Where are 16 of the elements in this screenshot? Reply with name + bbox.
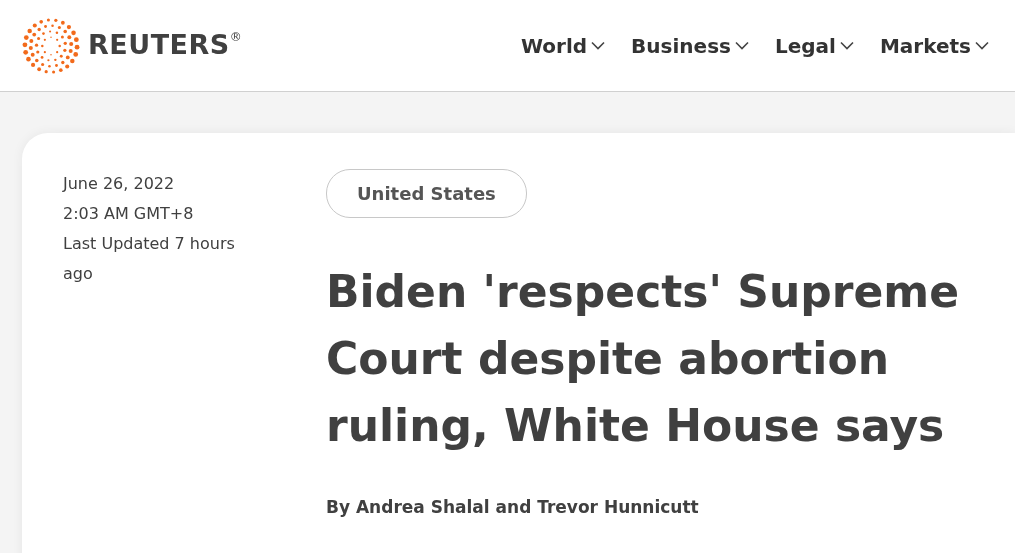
chevron-down-icon xyxy=(591,41,606,50)
publish-date: June 26, 2022 xyxy=(63,173,176,195)
last-updated: Last Updated 7 hours ago xyxy=(63,233,236,285)
byline: By Andrea Shalal and Trevor Hunnicutt xyxy=(326,496,700,519)
chevron-down-icon xyxy=(975,41,989,50)
nav-link[interactable]: Markets xyxy=(879,30,989,61)
brand-name: REUTERS$^{®}$ xyxy=(88,28,243,63)
topic-tag[interactable]: United States xyxy=(326,169,527,218)
chevron-down-icon xyxy=(839,41,854,50)
chevron-down-icon xyxy=(734,41,749,50)
nav-link[interactable]: World xyxy=(520,30,606,61)
headline: Biden 'respects' Supreme Court despite abortion ruling, White House says xyxy=(326,265,960,453)
logo-icon xyxy=(22,16,80,75)
nav-link[interactable]: Legal xyxy=(774,30,854,61)
publish-time: 2:03 AM GMT+8 xyxy=(63,203,195,225)
nav-link[interactable]: Business xyxy=(631,30,749,61)
